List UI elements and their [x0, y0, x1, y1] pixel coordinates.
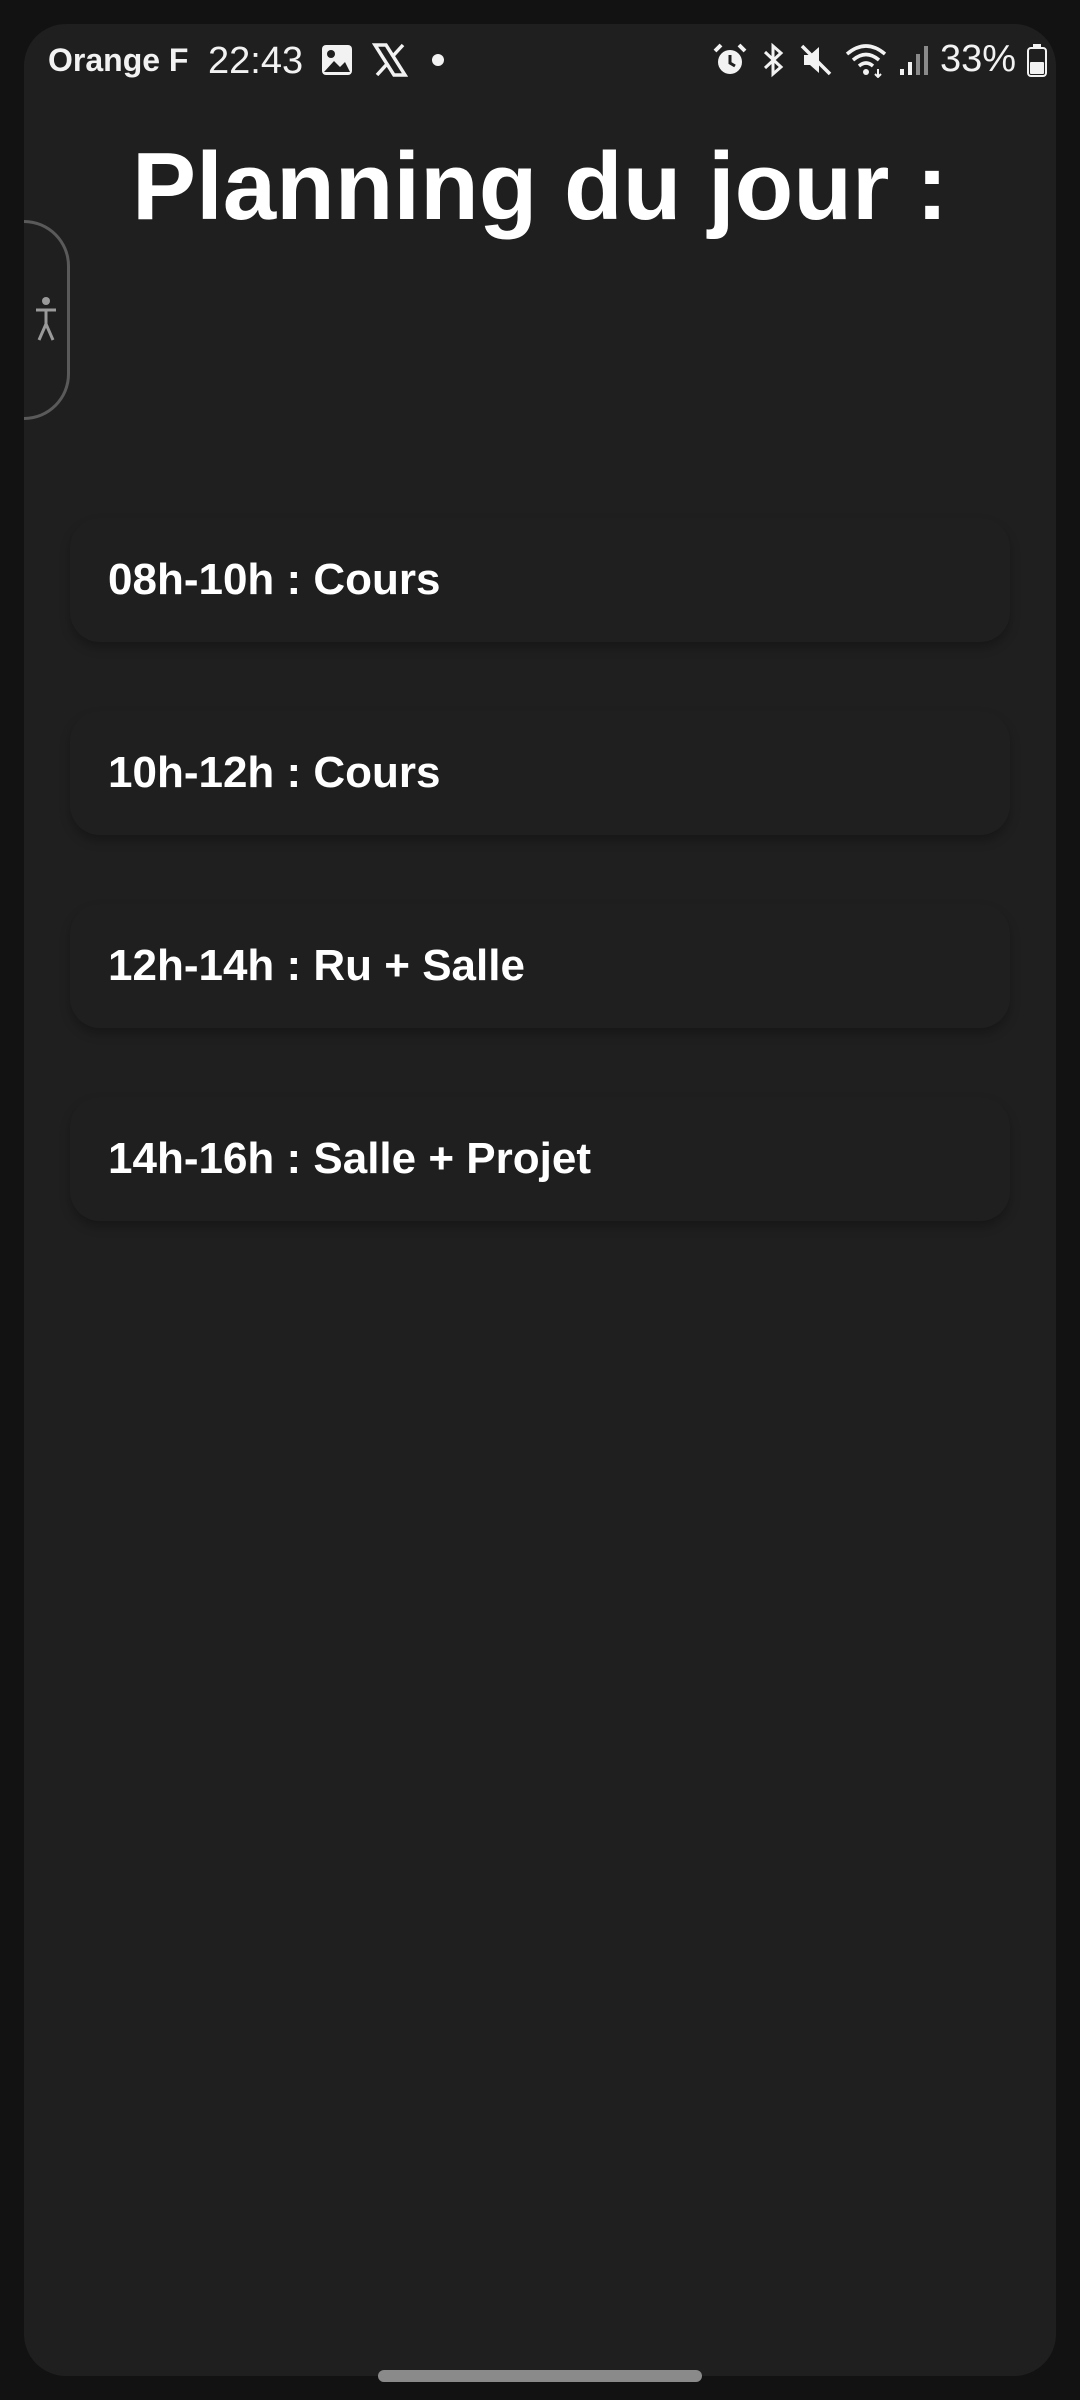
dot-icon [426, 48, 450, 72]
carrier-name: Orange F [48, 42, 189, 78]
schedule-item[interactable]: 10h-12h : Cours [70, 711, 1010, 835]
status-clock: 22:43 [208, 40, 304, 82]
schedule-item-label: 10h-12h : Cours [108, 748, 441, 797]
mute-icon [798, 42, 834, 78]
schedule-item-label: 14h-16h : Salle + Projet [108, 1134, 591, 1183]
page-title: Planning du jour : [132, 133, 948, 240]
battery-percent: 33% [939, 38, 1016, 80]
accessibility-icon [33, 295, 59, 345]
schedule-item[interactable]: 14h-16h : Salle + Projet [70, 1097, 1010, 1221]
schedule-item[interactable]: 12h-14h : Ru + Salle [70, 904, 1010, 1028]
bluetooth-icon [758, 42, 788, 78]
wifi-icon [844, 42, 888, 78]
gesture-navigation-bar[interactable] [378, 2370, 702, 2382]
gallery-icon [320, 43, 354, 77]
status-bar: Orange F 22:43 33% [24, 24, 1056, 100]
schedule-item-label: 12h-14h : Ru + Salle [108, 941, 525, 990]
alarm-icon [712, 42, 748, 78]
notification-icons [320, 42, 450, 78]
schedule-list: 08h-10h : Cours 10h-12h : Cours 12h-14h … [70, 518, 1010, 1290]
schedule-item-label: 08h-10h : Cours [108, 555, 441, 604]
x-icon [372, 42, 408, 78]
system-icons: 33% [712, 38, 1048, 81]
schedule-item[interactable]: 08h-10h : Cours [70, 518, 1010, 642]
app-screen: Orange F 22:43 33% Planning du jour: 08… [24, 24, 1056, 2376]
battery-icon [1026, 42, 1048, 78]
signal-icon [898, 43, 930, 77]
accessibility-button[interactable] [24, 220, 70, 420]
